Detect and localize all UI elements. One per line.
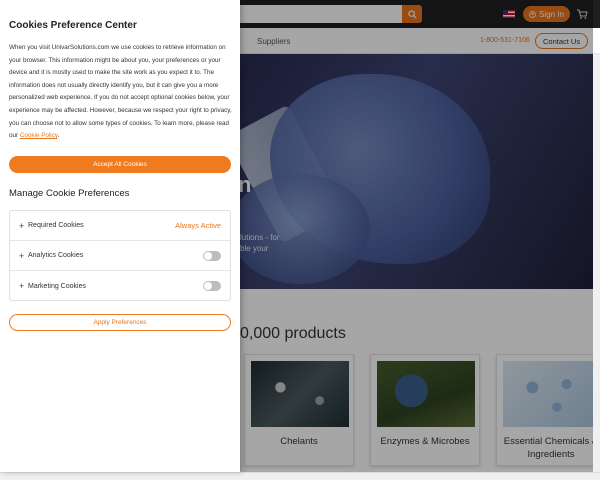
always-active-status: Always Active (175, 221, 221, 230)
analytics-cookies-toggle[interactable] (203, 250, 221, 261)
apply-preferences-button[interactable]: Apply Preferences (9, 314, 231, 331)
horizontal-scrollbar[interactable] (0, 472, 600, 480)
pref-row-analytics[interactable]: + Analytics Cookies (10, 241, 230, 271)
pref-label: Required Cookies (28, 222, 84, 229)
accept-all-cookies-button[interactable]: Accept All Cookies (9, 156, 231, 173)
expand-plus-icon[interactable]: + (19, 251, 25, 261)
vertical-scrollbar[interactable] (593, 54, 600, 472)
pref-row-marketing[interactable]: + Marketing Cookies (10, 271, 230, 301)
marketing-cookies-toggle[interactable] (203, 281, 221, 291)
pref-label: Marketing Cookies (28, 282, 86, 290)
pref-row-required[interactable]: + Required Cookies Always Active (10, 211, 230, 241)
expand-plus-icon[interactable]: + (19, 221, 25, 231)
cookie-preferences-list: + Required Cookies Always Active + Analy… (9, 210, 231, 301)
pref-label: Analytics Cookies (28, 252, 84, 259)
description-text: When you visit UnivarSolutions.com we us… (9, 44, 232, 140)
modal-overlay (240, 0, 593, 472)
cookie-policy-link[interactable]: Cookie Policy (20, 132, 58, 139)
description-suffix: . (57, 132, 60, 140)
manage-preferences-heading: Manage Cookie Preferences (9, 188, 130, 199)
expand-plus-icon[interactable]: + (19, 281, 25, 291)
cookie-preference-panel: Cookies Preference Center When you visit… (0, 0, 240, 472)
panel-title: Cookies Preference Center (9, 20, 137, 31)
cookie-description: When you visit UnivarSolutions.com we us… (9, 42, 233, 143)
